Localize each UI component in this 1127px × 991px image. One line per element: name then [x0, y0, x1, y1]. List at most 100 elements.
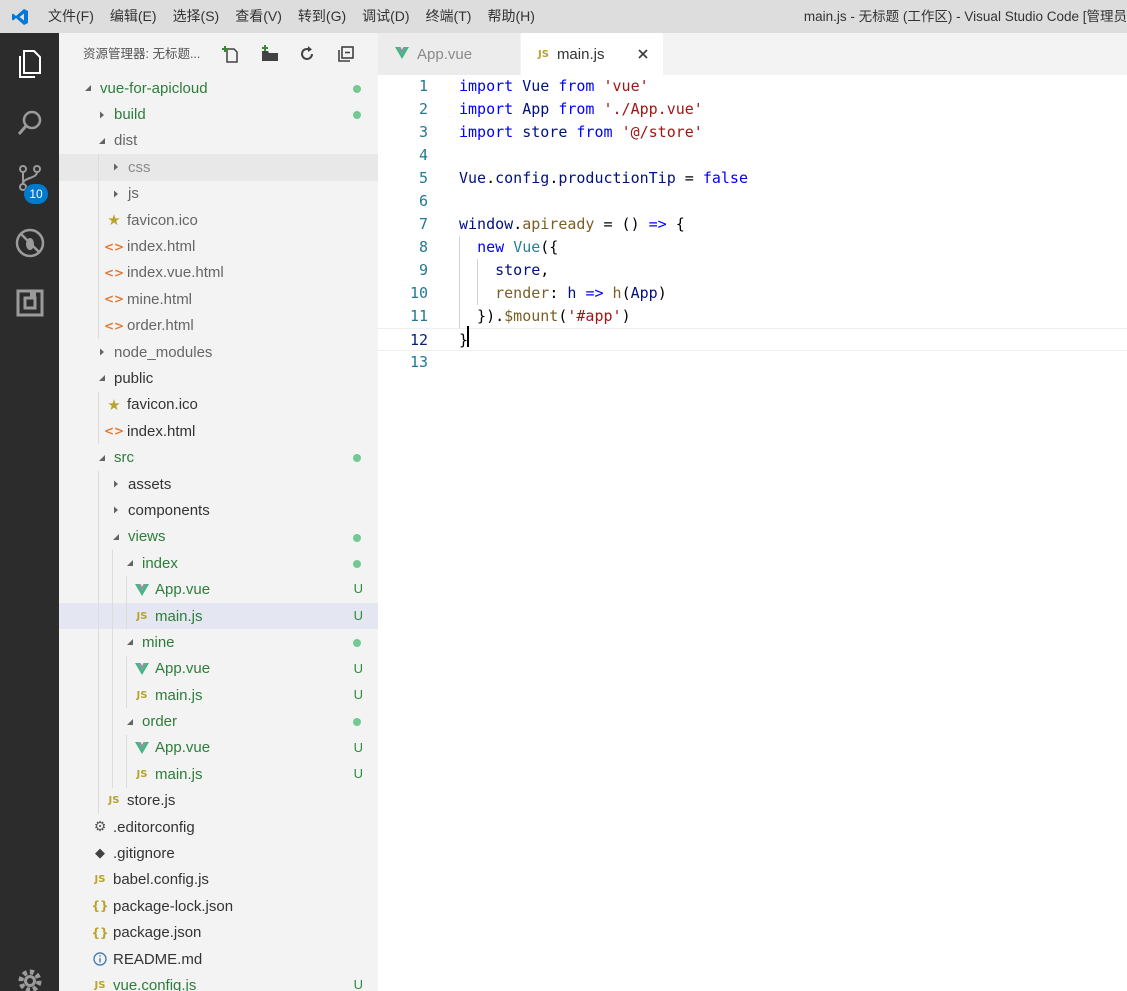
chevron-down-icon[interactable]: [123, 556, 137, 570]
search-icon[interactable]: [0, 95, 59, 151]
tree-file-row[interactable]: App.vue U: [59, 655, 378, 682]
menu-item[interactable]: 调试(D): [354, 0, 417, 33]
code-line[interactable]: 6: [378, 190, 1127, 213]
chevron-right-icon[interactable]: [109, 477, 123, 491]
code-line[interactable]: 4: [378, 144, 1127, 167]
new-file-icon[interactable]: [220, 43, 242, 65]
tree-folder-row[interactable]: public: [59, 365, 378, 391]
tree-folder-row[interactable]: components: [59, 497, 378, 524]
code-line[interactable]: 5 Vue.config.productionTip = false: [378, 167, 1127, 190]
refresh-icon[interactable]: [296, 43, 318, 65]
chevron-down-icon[interactable]: [123, 715, 137, 729]
code-line[interactable]: 3 import store from '@/store': [378, 121, 1127, 144]
code-token: store: [495, 261, 541, 279]
tree-folder-row[interactable]: mine: [59, 629, 378, 656]
menu-item[interactable]: 文件(F): [40, 0, 102, 33]
code-line[interactable]: 8 new Vue({: [378, 236, 1127, 259]
code-line[interactable]: 2 import App from './App.vue': [378, 98, 1127, 121]
tree-file-row[interactable]: JS babel.config.js: [59, 867, 378, 893]
code-line[interactable]: 12}: [378, 328, 1127, 351]
menu-item[interactable]: 转到(G): [290, 0, 354, 33]
tree-file-row[interactable]: App.vue U: [59, 734, 378, 762]
tree-folder-row[interactable]: vue-for-apicloud: [59, 75, 378, 101]
tree-folder-row[interactable]: dist: [59, 128, 378, 154]
extensions-icon[interactable]: [0, 275, 59, 331]
code-line[interactable]: 9 store,: [378, 259, 1127, 282]
tree-file-row[interactable]: JS vue.config.js U: [59, 972, 378, 991]
explorer-icon[interactable]: [0, 36, 59, 92]
tree-file-row[interactable]: <> index.vue.html: [59, 259, 378, 287]
tree-item-label: README.md: [113, 950, 203, 968]
code-line[interactable]: 11 }).$mount('#app'): [378, 305, 1127, 328]
code-editor[interactable]: 1 import Vue from 'vue' 2 import App from '…: [378, 75, 1127, 991]
chevron-down-icon[interactable]: [81, 81, 95, 95]
tree-file-row[interactable]: {} package.json: [59, 920, 378, 946]
json-file-icon: {}: [91, 899, 109, 914]
code-token: ): [621, 307, 631, 325]
debug-icon[interactable]: [0, 215, 59, 271]
tree-folder-row[interactable]: src: [59, 444, 378, 470]
menu-item[interactable]: 终端(T): [418, 0, 480, 33]
code-line[interactable]: 7 window.apiready = () => {: [378, 213, 1127, 236]
tab-main-js[interactable]: JS main.js: [521, 33, 663, 75]
chevron-down-icon[interactable]: [123, 635, 137, 649]
collapse-all-icon[interactable]: [335, 43, 357, 65]
chevron-right-icon[interactable]: [109, 160, 123, 174]
new-folder-icon[interactable]: [259, 43, 281, 65]
tree-file-row[interactable]: JS store.js: [59, 787, 378, 814]
tree-item-label: .gitignore: [113, 845, 175, 863]
tree-file-row[interactable]: <> index.html: [59, 418, 378, 445]
code-line[interactable]: 1 import Vue from 'vue': [378, 75, 1127, 98]
tree-file-row[interactable]: README.md: [59, 946, 378, 972]
chevron-right-icon[interactable]: [109, 187, 123, 201]
code-line[interactable]: 10 render: h => h(App): [378, 282, 1127, 305]
menu-item[interactable]: 查看(V): [227, 0, 290, 33]
menu-item[interactable]: 选择(S): [165, 0, 228, 33]
tree-file-row[interactable]: ⚙ .editorconfig: [59, 814, 378, 840]
code-line[interactable]: 13: [378, 351, 1127, 374]
tree-file-row[interactable]: <> order.html: [59, 312, 378, 339]
tree-file-row[interactable]: <> mine.html: [59, 286, 378, 313]
tree-folder-row[interactable]: js: [59, 180, 378, 207]
chevron-right-icon[interactable]: [109, 503, 123, 517]
chevron-down-icon[interactable]: [109, 530, 123, 544]
tree-file-row[interactable]: {} package-lock.json: [59, 893, 378, 919]
chevron-down-icon[interactable]: [95, 134, 109, 148]
chevron-right-icon[interactable]: [95, 345, 109, 359]
tree-file-row[interactable]: ★ favicon.ico: [59, 391, 378, 419]
tree-file-row[interactable]: JS main.js U: [59, 602, 378, 630]
chevron-right-icon[interactable]: [95, 108, 109, 122]
file-tree: vue-for-apicloud build dist css js ★ favicon.i…: [59, 75, 378, 991]
tree-file-row[interactable]: App.vue U: [59, 576, 378, 603]
tree-file-row[interactable]: ★ favicon.ico: [59, 206, 378, 234]
indent-guide: [126, 681, 127, 709]
chevron-down-icon[interactable]: [95, 371, 109, 385]
js-file-icon: JS: [136, 610, 148, 622]
tree-folder-row[interactable]: order: [59, 708, 378, 735]
tree-file-row[interactable]: JS main.js U: [59, 681, 378, 709]
tree-folder-row[interactable]: index: [59, 550, 378, 577]
tab-app-vue[interactable]: App.vue: [378, 33, 521, 75]
settings-gear-icon[interactable]: [0, 953, 59, 991]
explorer-title: 资源管理器: 无标题...: [83, 47, 201, 61]
tree-file-row[interactable]: JS main.js U: [59, 761, 378, 788]
tree-file-row[interactable]: ◆ .gitignore: [59, 840, 378, 866]
close-icon[interactable]: [635, 46, 651, 62]
tree-folder-row[interactable]: assets: [59, 470, 378, 498]
code-text: store,: [459, 259, 549, 282]
git-status-badge: U: [353, 581, 363, 597]
tree-file-row[interactable]: <> index.html: [59, 233, 378, 260]
git-status-badge: U: [353, 607, 363, 623]
chevron-down-icon[interactable]: [95, 451, 109, 465]
tree-folder-row[interactable]: build: [59, 101, 378, 127]
tree-folder-row[interactable]: views: [59, 523, 378, 551]
menu-item[interactable]: 编辑(E): [102, 0, 165, 33]
menu-item[interactable]: 帮助(H): [479, 0, 542, 33]
tree-folder-row[interactable]: node_modules: [59, 339, 378, 365]
scm-badge: 10: [24, 184, 48, 204]
tree-folder-row[interactable]: css: [59, 154, 378, 181]
js-file-icon: JS: [136, 768, 148, 780]
